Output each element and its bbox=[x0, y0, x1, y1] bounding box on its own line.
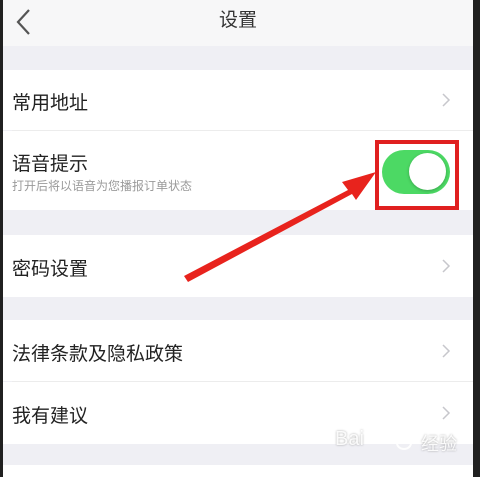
common-address-label: 常用地址 bbox=[12, 92, 89, 114]
row-common-address[interactable]: 常用地址 bbox=[3, 70, 473, 130]
annotation-highlight-box bbox=[375, 140, 459, 210]
row-password-settings[interactable]: 密码设置 bbox=[3, 235, 473, 297]
page-title: 设置 bbox=[218, 9, 257, 31]
nav-bar: 设置 bbox=[3, 0, 473, 46]
row-partial bbox=[3, 465, 473, 477]
voice-prompt-description: 打开后将以语音为您播报订单状态 bbox=[12, 179, 193, 193]
watermark-brand: Bai bbox=[335, 428, 364, 450]
baidu-jingyan-watermark: Bai 经验 bbox=[335, 420, 475, 460]
paw-logo-icon bbox=[393, 426, 417, 450]
chevron-right-icon bbox=[442, 259, 451, 273]
chevron-right-icon bbox=[442, 344, 451, 358]
voice-prompt-label: 语音提示 bbox=[12, 153, 89, 175]
password-settings-label: 密码设置 bbox=[12, 258, 89, 280]
suggestions-label: 我有建议 bbox=[12, 405, 89, 427]
row-legal-privacy[interactable]: 法律条款及隐私政策 bbox=[3, 320, 473, 381]
watermark-suffix: 经验 bbox=[421, 434, 457, 455]
settings-screen: 设置 常用地址 语音提示 打开后将以语音为您播报订单状态 密码设置 法律条款及隐… bbox=[3, 0, 473, 477]
chevron-right-icon bbox=[442, 93, 451, 107]
legal-privacy-label: 法律条款及隐私政策 bbox=[12, 343, 184, 365]
chevron-right-icon bbox=[442, 406, 451, 420]
